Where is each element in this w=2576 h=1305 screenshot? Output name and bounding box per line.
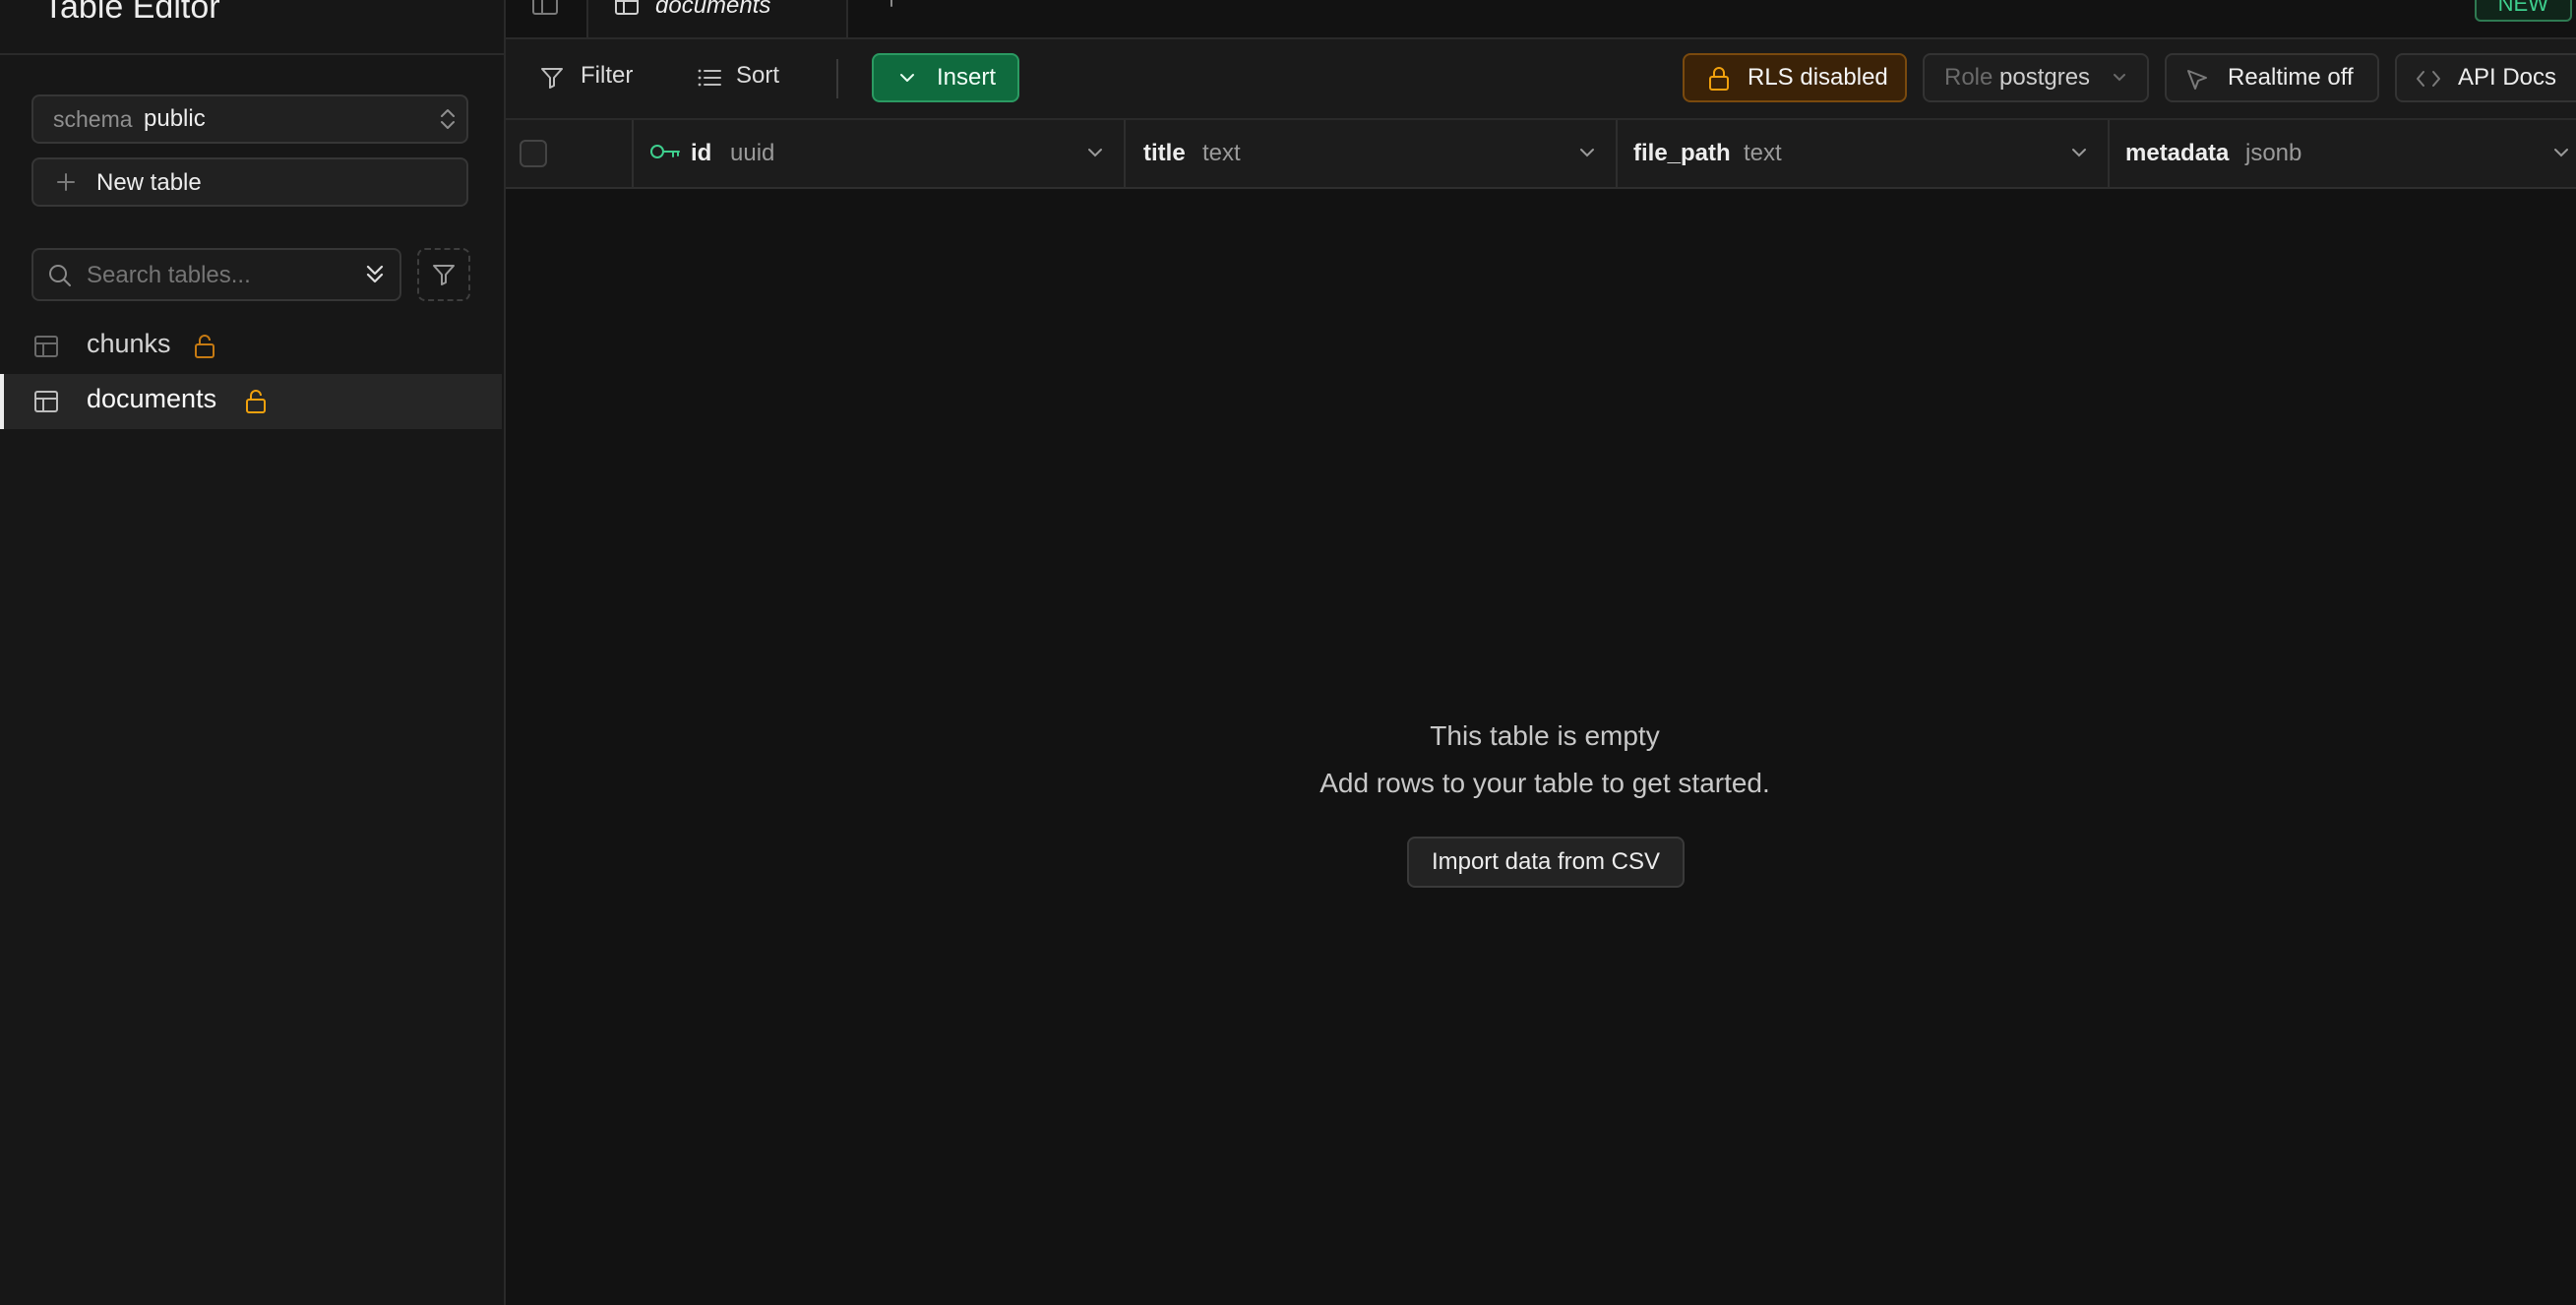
unlock-icon — [193, 333, 216, 360]
column-name: file_path — [1633, 140, 1731, 166]
column-type: text — [1744, 140, 1782, 166]
api-docs-button[interactable]: API Docs — [2395, 53, 2576, 102]
filter-icon — [539, 65, 565, 91]
select-all-checkbox[interactable] — [520, 140, 547, 167]
plus-icon — [55, 171, 77, 193]
table-icon — [33, 335, 59, 358]
filter-icon — [431, 262, 457, 287]
column-name: metadata — [2125, 140, 2230, 166]
tab-documents[interactable]: documents — [586, 0, 848, 37]
column-name: id — [691, 140, 712, 166]
empty-state-subtitle: Add rows to your table to get started. — [1319, 768, 1770, 798]
schema-label: schema — [53, 106, 133, 132]
role-selector[interactable]: Role postgres — [1923, 53, 2149, 102]
select-all-cell — [506, 120, 634, 187]
search-icon — [47, 263, 73, 288]
column-type: uuid — [730, 140, 775, 166]
schema-value: public — [144, 105, 206, 132]
column-type: text — [1202, 140, 1241, 166]
table-icon — [33, 390, 59, 413]
divider — [0, 53, 504, 55]
table-list-item-active[interactable]: documents — [0, 374, 502, 429]
chevron-down-icon[interactable] — [1578, 146, 1596, 159]
key-icon — [649, 142, 681, 165]
search-tables-field[interactable] — [31, 248, 401, 301]
column-header-file-path[interactable]: file_path text — [1618, 120, 2110, 187]
plus-icon[interactable] — [880, 0, 903, 12]
filter-label: Filter — [581, 62, 634, 89]
chevron-updown-icon — [439, 106, 457, 132]
column-name: title — [1143, 140, 1186, 166]
cursor-off-icon — [2184, 67, 2210, 93]
empty-state-title: This table is empty — [1430, 720, 1660, 751]
sort-button[interactable]: Sort — [697, 53, 795, 102]
realtime-label: Realtime off — [2228, 64, 2354, 91]
table-name: chunks — [87, 329, 171, 358]
table-icon — [614, 0, 640, 16]
chevron-down-icon[interactable] — [2070, 146, 2088, 159]
filter-button[interactable]: Filter — [539, 53, 647, 102]
chevron-down-icon[interactable] — [1086, 146, 1104, 159]
column-header-title[interactable]: title text — [1126, 120, 1618, 187]
page-title: Table Editor — [43, 0, 220, 26]
new-badge[interactable]: NEW — [2474, 0, 2572, 22]
filter-tables-button[interactable] — [417, 248, 470, 301]
lock-icon — [1706, 65, 1732, 93]
insert-button[interactable]: Insert — [872, 53, 1019, 102]
chevrons-down-icon[interactable] — [364, 262, 386, 287]
code-icon — [2415, 67, 2442, 91]
rls-label: RLS disabled — [1748, 64, 1888, 91]
import-csv-button[interactable]: Import data from CSV — [1407, 837, 1685, 888]
role-value: postgres — [1999, 64, 2091, 91]
list-icon — [697, 65, 722, 91]
tab-bar: documents NEW — [506, 0, 2576, 39]
column-header-id[interactable]: id uuid — [634, 120, 1126, 187]
column-header-metadata[interactable]: metadata jsonb — [2110, 120, 2576, 187]
chevron-down-icon — [897, 69, 917, 87]
column-type: jsonb — [2245, 140, 2302, 166]
unlock-icon — [244, 388, 268, 415]
sidebar-toggle-icon[interactable] — [531, 0, 559, 16]
toolbar-divider — [836, 59, 838, 98]
new-table-label: New table — [96, 169, 202, 196]
sort-label: Sort — [736, 62, 780, 89]
schema-selector[interactable]: schema public — [31, 94, 468, 144]
new-table-button[interactable]: New table — [31, 157, 468, 207]
sidebar: Table Editor schema public New table chu… — [0, 0, 506, 1305]
search-input[interactable] — [85, 258, 344, 293]
role-label: Role — [1944, 64, 1993, 91]
grid-header: id uuid title text file_path text metada… — [506, 120, 2576, 189]
chevron-down-icon — [2112, 71, 2127, 85]
chevron-down-icon[interactable] — [2552, 146, 2570, 159]
realtime-button[interactable]: Realtime off — [2165, 53, 2379, 102]
rls-disabled-button[interactable]: RLS disabled — [1683, 53, 1907, 102]
tab-label: documents — [655, 0, 771, 19]
table-list-item[interactable]: chunks — [0, 319, 502, 374]
insert-label: Insert — [937, 64, 997, 91]
table-name: documents — [87, 384, 217, 413]
toolbar: Filter Sort Insert RLS disabled Role pos… — [506, 39, 2576, 120]
api-docs-label: API Docs — [2458, 64, 2557, 91]
